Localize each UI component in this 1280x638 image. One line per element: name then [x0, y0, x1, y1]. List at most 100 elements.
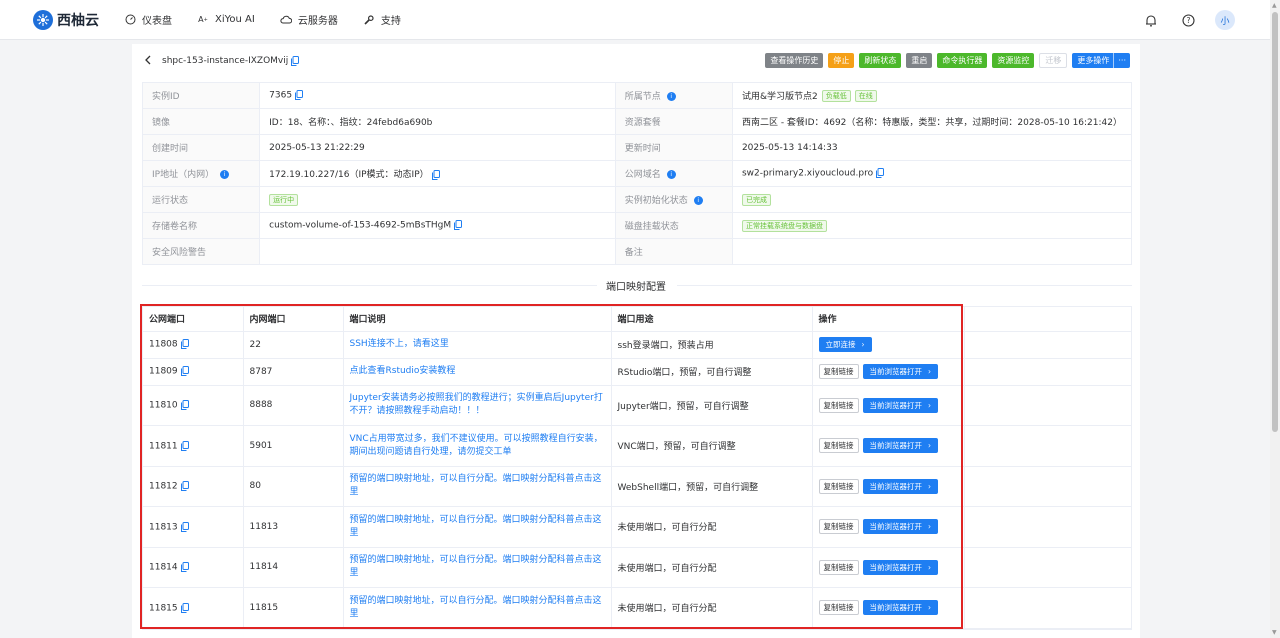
info-icon[interactable]: i — [666, 170, 676, 179]
spacer-cell — [964, 466, 1131, 507]
nav-label: 支持 — [380, 16, 401, 27]
wrench-icon — [363, 14, 375, 26]
info-label: 公网域名 i — [614, 160, 733, 187]
info-label: 更新时间 — [614, 134, 733, 161]
domain-value: sw2-primary2.xiyoucloud.pro — [741, 168, 874, 179]
port-section-title: 端口映射配置 — [606, 282, 666, 293]
bell-icon[interactable] — [1141, 10, 1161, 30]
scroll-down-icon[interactable]: ▼ — [1272, 629, 1277, 636]
back-arrow-icon[interactable] — [144, 54, 154, 68]
column-spacer — [964, 307, 1131, 332]
page-scrollbar[interactable]: ▲ ▼ — [1270, 0, 1280, 638]
view-history-button[interactable]: 查看操作历史 — [765, 53, 824, 68]
info-label: 资源套餐 — [614, 108, 733, 135]
copy-icon[interactable] — [295, 90, 304, 101]
info-label: 安全风险警告 — [141, 238, 261, 265]
more-actions-button[interactable]: 更多操作 ··· — [1072, 53, 1130, 68]
instance-name: shpc-153-instance-IXZOMvij — [162, 56, 289, 66]
command-executor-button[interactable]: 命令执行器 — [937, 53, 988, 68]
scroll-thumb[interactable] — [1272, 12, 1278, 432]
highlight-annotation-box — [140, 304, 963, 629]
help-icon[interactable]: ? — [1178, 10, 1198, 30]
copy-icon[interactable] — [291, 56, 300, 66]
nav-label: 仪表盘 — [142, 16, 172, 27]
info-value: 172.19.10.227/16（IP模式：动态IP） — [259, 160, 616, 187]
instance-info-table: 实例ID 7365 所属节点 i 试用&学习版节点2 负载低 在线 镜像 ID：18、… — [141, 82, 1133, 265]
top-nav-bar: 西柚云 仪表盘 A + XiYou AI 云服务器 支持 ? 小 — [0, 0, 1280, 40]
updated-value: 2025-05-13 14:14:33 — [731, 134, 1133, 161]
domain-label: 公网域名 — [624, 170, 661, 180]
dashboard-icon — [124, 14, 136, 26]
ip-value: 172.19.10.227/16（IP模式：动态IP） — [269, 170, 429, 180]
stop-button[interactable]: 停止 — [828, 53, 855, 68]
more-dots-icon[interactable]: ··· — [1113, 53, 1126, 68]
more-actions-label: 更多操作 — [1077, 56, 1110, 65]
avatar[interactable]: 小 — [1215, 10, 1235, 30]
info-icon[interactable]: i — [693, 196, 703, 205]
cloud-icon — [280, 14, 292, 26]
info-label: 运行状态 — [141, 186, 261, 213]
nav-label: XiYou AI — [215, 14, 255, 25]
info-value: 正常挂载系统盘与数据盘 — [731, 212, 1133, 239]
info-value: custom-volume-of-153-4692-5mBsTHgM — [259, 212, 616, 239]
top-right-tools: ? 小 — [1124, 10, 1235, 30]
online-tag: 在线 — [854, 90, 877, 103]
refresh-status-button[interactable]: 刷新状态 — [859, 53, 902, 68]
note-value — [731, 238, 1133, 265]
action-toolbar: 查看操作历史 停止 刷新状态 重启 命令执行器 资源监控 迁移 更多操作 ··· — [760, 53, 1130, 68]
info-row: 镜像 ID：18、名称：、指纹：24febd6a690b 资源套餐 西南二区 -… — [141, 108, 1133, 135]
info-icon[interactable]: i — [666, 92, 676, 101]
package-value: 西南二区 - 套餐ID：4692（名称：特惠版，类型：共享，过期时间：2028-… — [731, 108, 1133, 135]
info-label: IP地址（内网） i — [141, 160, 261, 187]
image-value: ID：18、名称：、指纹：24febd6a690b — [259, 108, 616, 135]
info-value: 7365 — [259, 82, 616, 109]
info-row: 存储卷名称 custom-volume-of-153-4692-5mBsTHgM… — [141, 212, 1133, 239]
created-value: 2025-05-13 21:22:29 — [259, 134, 616, 161]
info-row: IP地址（内网） i 172.19.10.227/16（IP模式：动态IP） 公网… — [141, 160, 1133, 187]
info-value: 运行中 — [259, 186, 616, 213]
migrate-button[interactable]: 迁移 — [1039, 53, 1068, 68]
info-row: 安全风险警告 备注 — [141, 238, 1133, 265]
init-label: 实例初始化状态 — [624, 196, 688, 206]
spacer-cell — [964, 425, 1131, 467]
info-label: 所属节点 i — [614, 82, 733, 109]
nav-cloud-server[interactable]: 云服务器 — [280, 12, 338, 27]
copy-icon[interactable] — [876, 168, 885, 179]
resource-monitor-button[interactable]: 资源监控 — [992, 53, 1035, 68]
ai-icon: A + — [198, 15, 208, 24]
brand-logo[interactable]: 西柚云 — [33, 9, 99, 30]
brand-name: 西柚云 — [57, 12, 99, 29]
scroll-up-icon[interactable]: ▲ — [1272, 2, 1277, 9]
load-tag: 负载低 — [821, 90, 851, 103]
spacer-cell — [964, 358, 1131, 386]
info-label: 镜像 — [141, 108, 261, 135]
nav-dashboard[interactable]: 仪表盘 — [124, 12, 172, 27]
info-label: 备注 — [614, 238, 733, 265]
spacer-cell — [964, 506, 1131, 548]
restart-button[interactable]: 重启 — [906, 53, 933, 68]
running-status-badge: 运行中 — [269, 193, 299, 206]
copy-icon[interactable] — [454, 220, 463, 231]
nav-label: 云服务器 — [297, 16, 338, 27]
spacer-cell — [964, 385, 1131, 426]
nav-support[interactable]: 支持 — [363, 12, 401, 27]
node-name: 试用&学习版节点2 — [741, 91, 818, 102]
info-row: 创建时间 2025-05-13 21:22:29 更新时间 2025-05-13… — [141, 134, 1133, 161]
info-label: 磁盘挂载状态 — [614, 212, 733, 239]
svg-text:?: ? — [1186, 16, 1190, 25]
info-value: sw2-primary2.xiyoucloud.pro — [731, 160, 1133, 187]
copy-icon[interactable] — [431, 169, 440, 180]
info-row: 运行状态 运行中 实例初始化状态 i 已完成 — [141, 186, 1133, 213]
logo-icon — [33, 9, 53, 30]
info-value: 试用&学习版节点2 负载低 在线 — [731, 82, 1133, 109]
disk-status-badge: 正常挂载系统盘与数据盘 — [741, 219, 827, 232]
ip-label: IP地址（内网） — [152, 170, 215, 180]
info-icon[interactable]: i — [220, 170, 230, 179]
instance-header: shpc-153-instance-IXZOMvij — [144, 53, 300, 69]
info-value: 已完成 — [731, 186, 1133, 213]
volume-value: custom-volume-of-153-4692-5mBsTHgM — [269, 220, 452, 231]
info-label: 存储卷名称 — [141, 212, 261, 239]
info-row: 实例ID 7365 所属节点 i 试用&学习版节点2 负载低 在线 — [141, 82, 1133, 109]
nav-xiyou-ai[interactable]: A + XiYou AI — [197, 14, 255, 26]
risk-value — [259, 238, 616, 265]
